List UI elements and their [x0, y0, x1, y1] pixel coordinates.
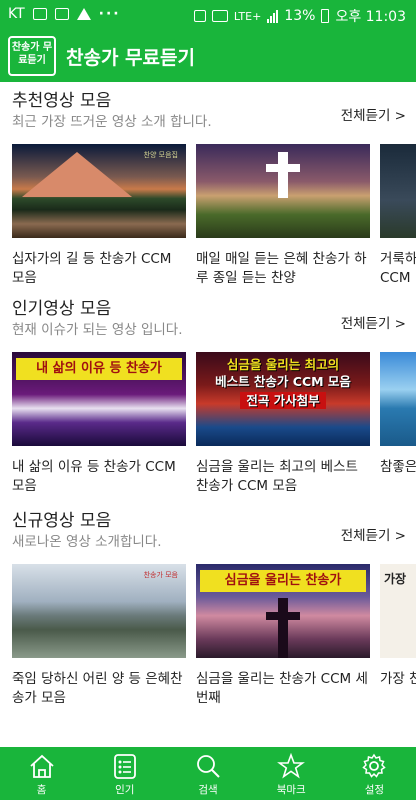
thumbnail-label: 가장: [384, 572, 407, 586]
main-content: 추천영상 모음 최근 가장 뜨거운 영상 소개 합니다. 전체듣기 > 찬양 모…: [0, 82, 416, 747]
video-thumbnail[interactable]: 찬양 모음집: [12, 144, 186, 238]
video-caption[interactable]: 거룩하신 하나님 등 찬송가 CCM: [380, 250, 416, 288]
video-caption[interactable]: 심금을 울리는 최고의 베스트 찬송가 CCM 모음: [196, 458, 370, 496]
app-logo[interactable]: 찬송가 무료듣기: [8, 36, 56, 76]
video-card[interactable]: 참좋은 찬송가 따라부르기: [380, 352, 416, 477]
signal-icon: [267, 9, 279, 23]
thumbnail-label: 찬송가 모음: [143, 571, 178, 579]
nav-label: 설정: [364, 784, 385, 796]
nav-label: 홈: [36, 784, 47, 796]
video-caption[interactable]: 죽임 당하신 어린 양 등 은혜찬송가 모음: [12, 670, 186, 708]
nav-settings[interactable]: 설정: [333, 747, 416, 800]
video-thumbnail[interactable]: 심금을 울리는 찬송가: [196, 564, 370, 658]
carrier-label: KT: [8, 6, 25, 22]
video-thumbnail[interactable]: 심금을 울리는 최고의 베스트 찬송가 CCM 모음 전곡 가사첨부: [196, 352, 370, 446]
app-bar: 찬송가 무료듣기 찬송가 무료듣기: [0, 30, 416, 82]
view-all-link[interactable]: 전체듣기 >: [341, 312, 406, 332]
video-card[interactable]: 거룩하신 하나님 등 찬송가 CCM: [380, 144, 416, 288]
video-card[interactable]: 심금을 울리는 찬송가 심금을 울리는 찬송가 CCM 세번째: [196, 564, 370, 708]
video-caption[interactable]: 십자가의 길 등 찬송가 CCM 모음: [12, 250, 186, 288]
section-subtitle: 최근 가장 뜨거운 영상 소개 합니다.: [12, 114, 212, 130]
video-thumbnail[interactable]: 내 삶의 이유 등 찬송가: [12, 352, 186, 446]
star-icon: [277, 752, 306, 779]
home-icon: [29, 754, 54, 778]
list-icon: [113, 754, 136, 779]
nav-popular[interactable]: 인기: [83, 747, 166, 800]
nav-label: 검색: [198, 784, 218, 796]
battery-percent: 13%: [284, 8, 316, 24]
nav-label: 인기: [115, 784, 135, 796]
video-caption[interactable]: 내 삶의 이유 등 찬송가 CCM 모음: [12, 458, 186, 496]
cross-icon: [278, 598, 288, 658]
video-card[interactable]: 찬송가 모음 죽임 당하신 어린 양 등 은혜찬송가 모음: [12, 564, 186, 708]
video-thumbnail[interactable]: [196, 144, 370, 238]
video-caption[interactable]: 매일 매일 듣는 은혜 찬송가 하루 종일 듣는 찬양: [196, 250, 370, 288]
gallery-icon: [32, 8, 47, 20]
section-title: 추천영상 모음: [12, 91, 112, 111]
section-subtitle: 새로나온 영상 소개합니다.: [12, 534, 162, 550]
nav-home[interactable]: 홈: [0, 747, 83, 800]
status-bar: KT ··· LTE+ 13% 오후 11:03: [0, 0, 416, 30]
video-caption[interactable]: 참좋은 찬송가 따라부르기: [380, 458, 416, 477]
video-card[interactable]: 내 삶의 이유 등 찬송가 내 삶의 이유 등 찬송가 CCM 모음: [12, 352, 186, 496]
thumbnail-label: 심금을 울리는 최고의 베스트 찬송가 CCM 모음 전곡 가사첨부: [215, 357, 351, 409]
video-caption[interactable]: 심금을 울리는 찬송가 CCM 세번째: [196, 670, 370, 708]
view-all-link[interactable]: 전체듣기 >: [341, 104, 406, 124]
video-card[interactable]: 매일 매일 듣는 은혜 찬송가 하루 종일 듣는 찬양: [196, 144, 370, 288]
play-icon: [76, 8, 91, 20]
section-title: 인기영상 모음: [12, 299, 112, 319]
view-all-link[interactable]: 전체듣기 >: [341, 524, 406, 544]
nav-label: 북마크: [276, 784, 306, 796]
video-thumbnail[interactable]: [380, 352, 416, 446]
section-subtitle: 현재 이슈가 되는 영상 입니다.: [12, 322, 183, 338]
video-card[interactable]: 가장 가장 찬송가 CCM: [380, 564, 416, 689]
video-thumbnail[interactable]: [380, 144, 416, 238]
clock: 오후 11:03: [335, 9, 406, 25]
search-icon: [197, 755, 220, 778]
gear-icon: [362, 753, 387, 778]
network-label: LTE+: [233, 9, 262, 23]
more-notifications-icon: ···: [98, 6, 121, 22]
thumbnail-label: 찬양 모음집: [143, 151, 178, 159]
battery-icon: [321, 9, 330, 23]
video-caption[interactable]: 가장 찬송가 CCM: [380, 670, 416, 689]
app-title: 찬송가 무료듣기: [66, 47, 195, 69]
video-thumbnail[interactable]: 가장: [380, 564, 416, 658]
nav-search[interactable]: 검색: [166, 747, 249, 800]
message-icon: [54, 8, 69, 20]
video-thumbnail[interactable]: 찬송가 모음: [12, 564, 186, 658]
hd-icon: [211, 10, 228, 22]
nav-bookmark[interactable]: 북마크: [250, 747, 333, 800]
thumbnail-label: 내 삶의 이유 등 찬송가: [16, 358, 182, 380]
section-title: 신규영상 모음: [12, 511, 112, 531]
video-card[interactable]: 심금을 울리는 최고의 베스트 찬송가 CCM 모음 전곡 가사첨부 심금을 울…: [196, 352, 370, 496]
mute-icon: [193, 10, 206, 22]
bottom-nav: 홈 인기 검색 북마크 설정: [0, 747, 416, 800]
cross-icon: [278, 152, 288, 198]
video-card[interactable]: 찬양 모음집 십자가의 길 등 찬송가 CCM 모음: [12, 144, 186, 288]
thumbnail-label: 심금을 울리는 찬송가: [200, 570, 366, 592]
